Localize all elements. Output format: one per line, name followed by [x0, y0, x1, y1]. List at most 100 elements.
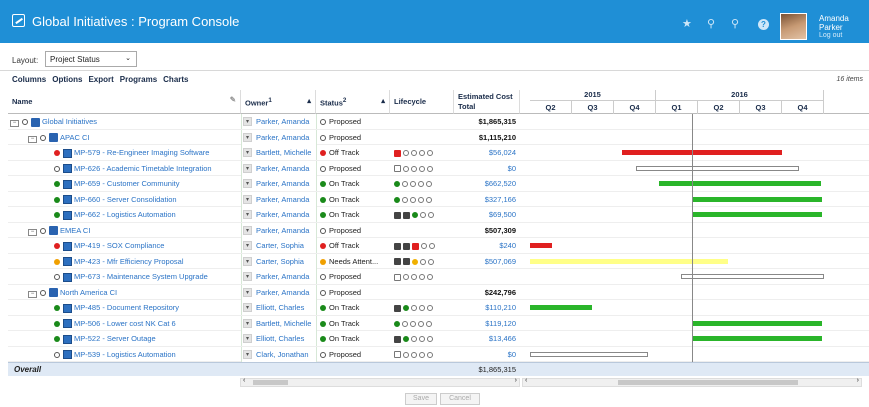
dropdown-icon[interactable]: ▾: [243, 117, 252, 126]
table-row[interactable]: MP-485 - Document Repository ▾ Elliott, Ch…: [8, 300, 869, 316]
dropdown-icon[interactable]: ▾: [243, 148, 252, 157]
column-header-cost[interactable]: Estimated Cost Total: [454, 90, 520, 114]
grid-horizontal-scrollbar[interactable]: ‹ ›: [240, 377, 520, 387]
row-owner-cell[interactable]: ▾ Parker, Amanda: [241, 222, 316, 238]
row-status-cell[interactable]: On Track: [316, 331, 390, 346]
scrollbar-thumb[interactable]: [618, 380, 798, 385]
row-name-cell[interactable]: − Global Initiatives: [10, 114, 233, 129]
scroll-right-icon[interactable]: ›: [515, 377, 517, 384]
row-name[interactable]: MP-485 - Document Repository: [74, 303, 179, 312]
table-row[interactable]: − North America CI ▾ Parker, Amanda Proposed…: [8, 284, 869, 300]
cancel-button[interactable]: Cancel: [440, 393, 480, 405]
row-owner-cell[interactable]: ▾ Parker, Amanda: [241, 176, 316, 191]
toolbar-charts[interactable]: Charts: [163, 75, 188, 84]
table-row[interactable]: MP-626 - Academic Timetable Integration ▾…: [8, 160, 869, 176]
dropdown-icon[interactable]: ▾: [243, 241, 252, 250]
row-status-cell[interactable]: On Track: [316, 207, 390, 222]
row-owner-cell[interactable]: ▾ Bartlett, Michelle: [241, 315, 316, 331]
row-name[interactable]: MP-662 - Logistics Automation: [74, 210, 176, 219]
row-status-cell[interactable]: On Track: [316, 300, 390, 315]
column-header-status[interactable]: Status2 ▴: [316, 90, 390, 114]
row-name[interactable]: MP-419 - SOX Compliance: [74, 241, 164, 250]
row-owner-cell[interactable]: ▾ Elliott, Charles: [241, 331, 316, 346]
dropdown-icon[interactable]: ▾: [243, 303, 252, 312]
dropdown-icon[interactable]: ▾: [243, 210, 252, 219]
scroll-left-icon[interactable]: ‹: [243, 377, 245, 384]
row-status-cell[interactable]: Proposed: [316, 160, 390, 176]
table-row[interactable]: − EMEA CI ▾ Parker, Amanda Proposed $507,309: [8, 222, 869, 238]
star-icon[interactable]: ★: [682, 19, 692, 30]
scroll-right-icon[interactable]: ›: [857, 377, 859, 384]
column-header-owner[interactable]: Owner1 ▴: [241, 90, 316, 114]
row-owner-cell[interactable]: ▾ Parker, Amanda: [241, 114, 316, 129]
table-row[interactable]: MP-662 - Logistics Automation ▾ Parker, Am…: [8, 207, 869, 223]
dropdown-icon[interactable]: ▾: [243, 225, 252, 235]
collapse-icon[interactable]: −: [10, 120, 19, 127]
avatar[interactable]: [780, 13, 807, 40]
row-status-cell[interactable]: Off Track: [316, 145, 390, 160]
toolbar-options[interactable]: Options: [52, 75, 82, 84]
row-name[interactable]: North America CI: [60, 288, 117, 297]
dropdown-icon[interactable]: ▾: [243, 287, 252, 297]
row-status-cell[interactable]: Proposed: [316, 114, 390, 129]
row-owner-cell[interactable]: ▾ Parker, Amanda: [241, 207, 316, 222]
table-row[interactable]: MP-579 - Re-Engineer Imaging Software ▾ Ba…: [8, 145, 869, 161]
gantt-bar[interactable]: [692, 196, 823, 202]
dropdown-icon[interactable]: ▾: [243, 318, 252, 328]
row-name-cell[interactable]: MP-626 - Academic Timetable Integration: [54, 161, 233, 176]
row-name-cell[interactable]: − APAC CI: [28, 130, 233, 145]
table-row[interactable]: MP-506 - Lower cost NK Cat 6 ▾ Bartlett, M…: [8, 315, 869, 331]
column-header-lifecycle[interactable]: Lifecycle: [390, 90, 454, 114]
row-owner-cell[interactable]: ▾ Clark, Jonathan: [241, 346, 316, 362]
row-name[interactable]: EMEA CI: [60, 226, 90, 235]
row-status-cell[interactable]: Proposed: [316, 346, 390, 362]
gantt-bar[interactable]: [692, 336, 823, 341]
row-name[interactable]: MP-660 - Server Consolidation: [74, 195, 177, 204]
gantt-bar[interactable]: [659, 181, 821, 186]
row-status-cell[interactable]: Proposed: [316, 222, 390, 238]
table-row[interactable]: MP-522 - Server Outage ▾ Elliott, Charles O…: [8, 331, 869, 347]
row-status-cell[interactable]: Proposed: [316, 269, 390, 284]
dropdown-icon[interactable]: ▾: [243, 272, 252, 281]
row-status-cell[interactable]: Proposed: [316, 284, 390, 300]
help-icon[interactable]: ?: [758, 19, 769, 30]
row-name-cell[interactable]: − North America CI: [28, 285, 233, 300]
row-owner-cell[interactable]: ▾ Elliott, Charles: [241, 300, 316, 315]
layout-select[interactable]: Project Status ⌄: [45, 51, 137, 67]
dropdown-icon[interactable]: ▾: [243, 194, 252, 204]
row-owner-cell[interactable]: ▾ Parker, Amanda: [241, 284, 316, 300]
dropdown-icon[interactable]: ▾: [243, 349, 252, 359]
gantt-bar[interactable]: [622, 150, 782, 155]
row-name-cell[interactable]: MP-673 - Maintenance System Upgrade: [54, 269, 233, 284]
row-name[interactable]: Global Initiatives: [42, 117, 97, 126]
location-icon[interactable]: ⚲: [707, 19, 715, 30]
row-owner-cell[interactable]: ▾ Carter, Sophia: [241, 253, 316, 269]
row-name[interactable]: MP-626 - Academic Timetable Integration: [74, 164, 212, 173]
gantt-bar[interactable]: [635, 165, 799, 171]
table-row[interactable]: MP-419 - SOX Compliance ▾ Carter, Sophia Of…: [8, 238, 869, 254]
row-status-cell[interactable]: Off Track: [316, 238, 390, 253]
row-owner-cell[interactable]: ▾ Parker, Amanda: [241, 160, 316, 176]
table-row[interactable]: MP-660 - Server Consolidation ▾ Parker, Am…: [8, 191, 869, 207]
toolbar-programs[interactable]: Programs: [120, 75, 157, 84]
row-status-cell[interactable]: On Track: [316, 176, 390, 191]
row-status-cell[interactable]: Proposed: [316, 129, 390, 145]
row-name-cell[interactable]: − EMEA CI: [28, 223, 233, 238]
scroll-left-icon[interactable]: ‹: [525, 377, 527, 384]
collapse-icon[interactable]: −: [28, 290, 37, 298]
dropdown-icon[interactable]: ▾: [243, 179, 252, 188]
dropdown-icon[interactable]: ▾: [243, 256, 252, 266]
gantt-bar[interactable]: [530, 305, 593, 310]
row-owner-cell[interactable]: ▾ Bartlett, Michelle: [241, 145, 316, 160]
save-button[interactable]: Save: [405, 393, 437, 405]
table-row[interactable]: MP-673 - Maintenance System Upgrade ▾ Park…: [8, 269, 869, 285]
row-name[interactable]: APAC CI: [60, 133, 89, 142]
dropdown-icon[interactable]: ▾: [243, 334, 252, 343]
toolbar-export[interactable]: Export: [88, 75, 113, 84]
row-status-cell[interactable]: Needs Attent...: [316, 253, 390, 269]
collapse-icon[interactable]: −: [28, 135, 37, 143]
logout-link[interactable]: Log out: [819, 32, 842, 39]
row-name[interactable]: MP-659 - Customer Community: [74, 179, 179, 188]
row-owner-cell[interactable]: ▾ Parker, Amanda: [241, 269, 316, 284]
row-name-cell[interactable]: MP-659 - Customer Community: [54, 176, 233, 191]
